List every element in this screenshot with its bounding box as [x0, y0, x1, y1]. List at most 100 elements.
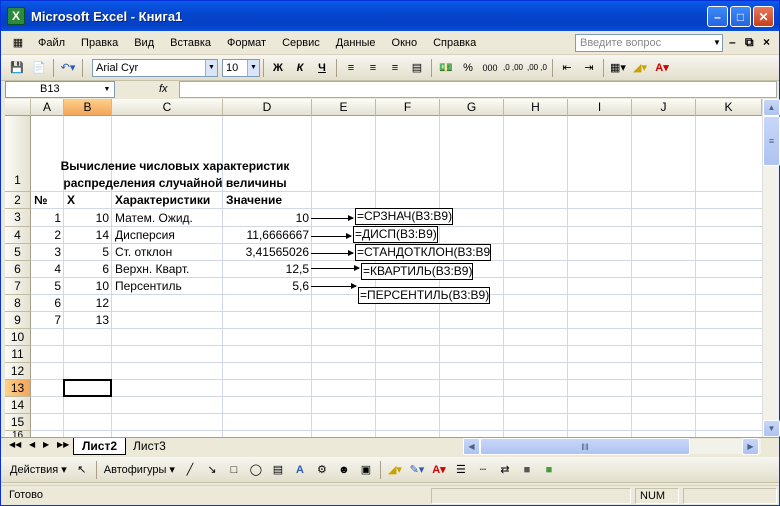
line-style-icon[interactable]: ☰	[451, 460, 471, 480]
column-header-a[interactable]: A	[31, 99, 64, 116]
last-sheet-icon[interactable]: ▶▶	[57, 440, 69, 449]
italic-button[interactable]: К	[290, 58, 310, 78]
line-icon[interactable]: ╱	[180, 460, 200, 480]
row-header-4[interactable]: 4	[5, 227, 31, 244]
cell-a5[interactable]: 3	[31, 244, 61, 261]
chevron-down-icon[interactable]: ▼	[101, 83, 113, 96]
excel-app-icon[interactable]: X	[7, 7, 25, 25]
minimize-button[interactable]: –	[707, 6, 728, 27]
formula-textbox-variance[interactable]: =ДИСП(B3:B9)	[353, 226, 438, 243]
textbox-icon[interactable]: ▤	[268, 460, 288, 480]
formula-textbox-stdev[interactable]: =СТАНДОТКЛОН(B3:B9	[355, 244, 492, 261]
save-icon[interactable]: 💾	[7, 58, 27, 78]
column-header-i[interactable]: I	[568, 99, 632, 116]
name-box[interactable]: B13 ▼	[5, 81, 115, 98]
prev-sheet-icon[interactable]: ◀	[29, 440, 35, 449]
spreadsheet-grid[interactable]: A B C D E F G H I J K 1 2 3 4 5 6 7 8 9 …	[5, 99, 762, 437]
help-dropdown-icon[interactable]: ▼	[713, 35, 723, 51]
bold-button[interactable]: Ж	[268, 58, 288, 78]
cell-b6[interactable]: 6	[64, 261, 109, 278]
doc-restore-button[interactable]: ⧉	[745, 35, 754, 50]
line-color-icon[interactable]: ✎▾	[407, 460, 427, 480]
row-header-14[interactable]: 14	[5, 397, 31, 414]
scroll-left-icon[interactable]: ◀	[463, 438, 480, 455]
column-header-d[interactable]: D	[223, 99, 312, 116]
scroll-up-icon[interactable]: ▲	[763, 99, 780, 116]
cell-a8[interactable]: 6	[31, 295, 61, 312]
cell-d6[interactable]: 12,5	[223, 261, 309, 278]
chevron-down-icon[interactable]: ▼	[247, 59, 259, 76]
merge-center-icon[interactable]: ▤	[407, 58, 427, 78]
row-header-13[interactable]: 13	[5, 380, 31, 397]
cell-b4[interactable]: 14	[64, 227, 109, 244]
oval-icon[interactable]: ◯	[246, 460, 266, 480]
cell-a3[interactable]: 1	[31, 210, 61, 227]
cell-b9[interactable]: 13	[64, 312, 109, 329]
horizontal-scroll-thumb[interactable]: ‖‖	[480, 438, 690, 455]
close-button[interactable]: ✕	[753, 6, 774, 27]
decrease-decimal-button[interactable]: ,00 ,0	[526, 58, 548, 78]
font-color-icon[interactable]: A▾	[652, 58, 672, 78]
row-header-1[interactable]: 1	[5, 116, 31, 192]
cell-a7[interactable]: 5	[31, 278, 61, 295]
cell-c5[interactable]: Ст. отклон	[115, 244, 172, 261]
cell-a4[interactable]: 2	[31, 227, 61, 244]
increase-indent-icon[interactable]: ⇥	[579, 58, 599, 78]
menu-file[interactable]: Файл	[30, 33, 73, 53]
column-header-b[interactable]: B	[64, 99, 112, 116]
selected-cell-b13[interactable]	[63, 379, 112, 397]
row-header-12[interactable]: 12	[5, 363, 31, 380]
cell-b3[interactable]: 10	[64, 210, 109, 227]
borders-icon[interactable]: ▦▾	[608, 58, 628, 78]
cell-d7[interactable]: 5,6	[223, 278, 309, 295]
cell-c6[interactable]: Верхн. Кварт.	[115, 261, 189, 278]
diagram-icon[interactable]: ⚙	[312, 460, 332, 480]
row-header-5[interactable]: 5	[5, 244, 31, 261]
doc-minimize-button[interactable]: –	[729, 35, 736, 49]
maximize-button[interactable]: □	[730, 6, 751, 27]
increase-decimal-button[interactable]: ,0 ,00	[502, 58, 524, 78]
column-header-j[interactable]: J	[632, 99, 696, 116]
scroll-down-icon[interactable]: ▼	[763, 420, 780, 437]
cell-c3[interactable]: Матем. Ожид.	[115, 210, 193, 227]
row-header-11[interactable]: 11	[5, 346, 31, 363]
tab-sheet3[interactable]: Лист3	[125, 438, 174, 455]
scroll-right-icon[interactable]: ▶	[742, 438, 759, 455]
cell-b5[interactable]: 5	[64, 244, 109, 261]
3d-icon[interactable]: ■	[539, 460, 559, 480]
clipart-icon[interactable]: ☻	[334, 460, 354, 480]
horizontal-scrollbar[interactable]: ◀ ‖‖ ▶	[463, 438, 761, 455]
column-header-e[interactable]: E	[312, 99, 376, 116]
doc-close-button[interactable]: ×	[763, 35, 770, 49]
column-header-g[interactable]: G	[440, 99, 504, 116]
align-left-icon[interactable]: ≡	[341, 58, 361, 78]
wordart-icon[interactable]: A	[290, 460, 310, 480]
font-color-icon[interactable]: A▾	[429, 460, 449, 480]
cell-c4[interactable]: Дисперсия	[115, 227, 175, 244]
tab-sheet2[interactable]: Лист2	[73, 438, 127, 455]
draw-actions-menu[interactable]: Действия ▾	[7, 460, 70, 480]
row-header-9[interactable]: 9	[5, 312, 31, 329]
column-header-h[interactable]: H	[504, 99, 568, 116]
cell-d3[interactable]: 10	[223, 210, 309, 227]
row-header-15[interactable]: 15	[5, 414, 31, 431]
select-objects-icon[interactable]: ↖	[72, 460, 92, 480]
formula-textbox-percentile[interactable]: =ПЕРСЕНТИЛЬ(B3:B9)	[358, 287, 491, 304]
column-header-k[interactable]: K	[696, 99, 762, 116]
percent-button[interactable]: %	[458, 58, 478, 78]
row-header-3[interactable]: 3	[5, 209, 31, 227]
menu-view[interactable]: Вид	[126, 33, 162, 53]
font-size-select[interactable]: 10 ▼	[222, 58, 260, 77]
decrease-indent-icon[interactable]: ⇤	[557, 58, 577, 78]
fill-color-icon[interactable]: ◢▾	[385, 460, 405, 480]
formula-textbox-quartile[interactable]: =КВАРТИЛЬ(B3:B9)	[361, 263, 474, 280]
currency-icon[interactable]: 💵	[436, 58, 456, 78]
cell-a6[interactable]: 4	[31, 261, 61, 278]
chevron-down-icon[interactable]: ▼	[205, 59, 217, 76]
print-preview-icon[interactable]: 📄	[29, 58, 49, 78]
undo-icon[interactable]: ↶▾	[58, 58, 78, 78]
menu-edit[interactable]: Правка	[73, 33, 126, 53]
underline-button[interactable]: Ч	[312, 58, 332, 78]
formula-textbox-mean[interactable]: =СРЗНАЧ(B3:B9)	[355, 208, 454, 225]
workbook-icon[interactable]: ▦	[7, 33, 29, 53]
